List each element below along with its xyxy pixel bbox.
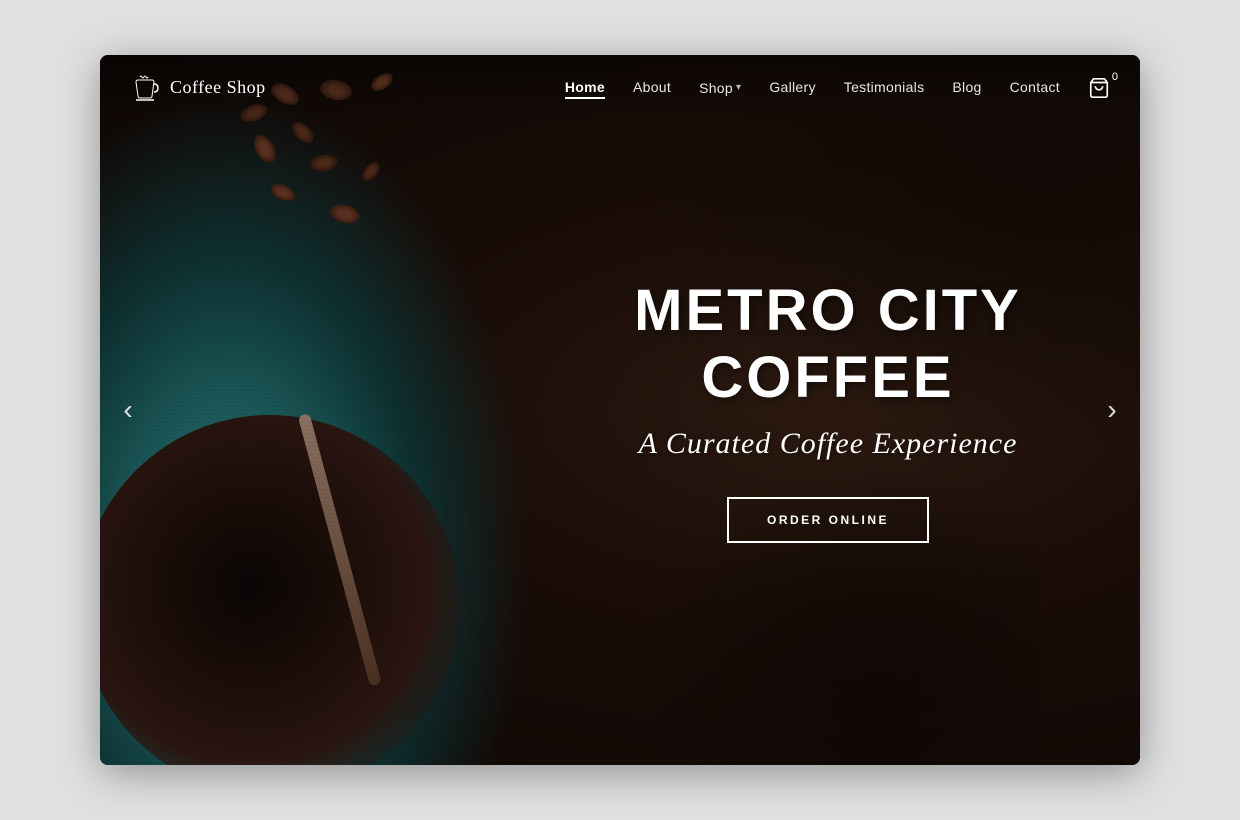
- cart-icon: [1088, 77, 1110, 99]
- bean-9: [359, 159, 383, 184]
- nav-item-contact[interactable]: Contact: [1010, 79, 1060, 97]
- nav-link-testimonials[interactable]: Testimonials: [844, 79, 925, 95]
- nav-link-shop[interactable]: Shop ▾: [699, 80, 741, 96]
- nav-item-cart[interactable]: 0: [1088, 77, 1110, 99]
- nav-item-home[interactable]: Home: [565, 79, 605, 97]
- nav-item-gallery[interactable]: Gallery: [769, 79, 815, 97]
- nav-link-blog[interactable]: Blog: [952, 79, 981, 95]
- cart-count: 0: [1112, 71, 1118, 83]
- logo[interactable]: Coffee Shop: [130, 72, 266, 104]
- bean-7: [309, 153, 339, 174]
- hero-title: METRO CITY COFFEE: [568, 277, 1088, 411]
- bean-6: [250, 132, 281, 167]
- nav-item-about[interactable]: About: [633, 79, 671, 97]
- carousel-prev-button[interactable]: ‹: [110, 392, 146, 428]
- logo-text: Coffee Shop: [170, 77, 266, 98]
- nav-link-home[interactable]: Home: [565, 79, 605, 99]
- browser-window: Coffee Shop Home About Shop ▾ Gallery: [100, 55, 1140, 765]
- nav-item-shop[interactable]: Shop ▾: [699, 80, 741, 96]
- navbar: Coffee Shop Home About Shop ▾ Gallery: [100, 55, 1140, 120]
- nav-links: Home About Shop ▾ Gallery Testimonials: [565, 77, 1110, 99]
- bean-4: [289, 118, 318, 147]
- nav-link-contact[interactable]: Contact: [1010, 79, 1060, 95]
- bean-8: [268, 180, 298, 205]
- coffee-cup-icon: [130, 72, 162, 104]
- carousel-next-button[interactable]: ›: [1094, 392, 1130, 428]
- nav-item-blog[interactable]: Blog: [952, 79, 981, 97]
- hero-section: Coffee Shop Home About Shop ▾ Gallery: [100, 55, 1140, 765]
- nav-item-testimonials[interactable]: Testimonials: [844, 79, 925, 97]
- hero-content: METRO CITY COFFEE A Curated Coffee Exper…: [568, 277, 1088, 543]
- nav-link-about[interactable]: About: [633, 79, 671, 95]
- nav-link-gallery[interactable]: Gallery: [769, 79, 815, 95]
- cart-button[interactable]: 0: [1088, 77, 1110, 99]
- hero-subtitle: A Curated Coffee Experience: [568, 427, 1088, 461]
- bean-10: [328, 201, 362, 226]
- order-online-button[interactable]: ORDER ONLINE: [727, 497, 929, 543]
- shop-chevron-icon: ▾: [736, 82, 741, 93]
